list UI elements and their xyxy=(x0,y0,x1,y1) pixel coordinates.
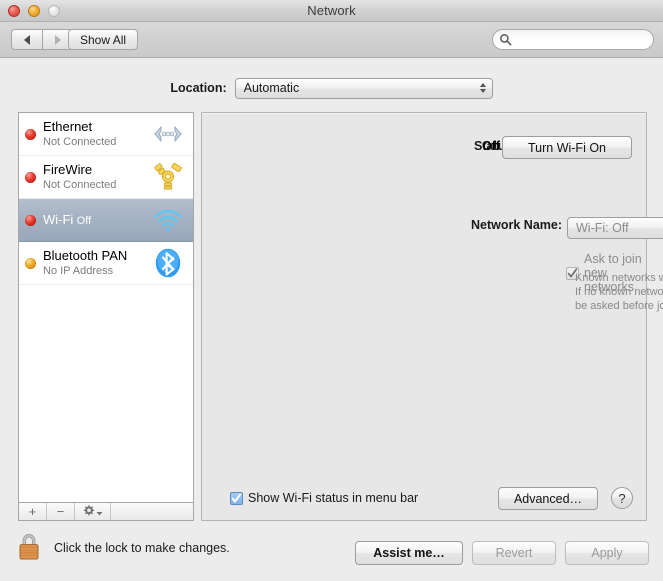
show-wifi-status-checkbox[interactable] xyxy=(230,491,243,505)
help-button[interactable]: ? xyxy=(611,487,633,509)
back-arrow-icon xyxy=(24,34,30,45)
advanced-label: Advanced… xyxy=(513,491,583,506)
status-dot-amber-icon xyxy=(25,257,36,269)
chevron-down-icon xyxy=(96,504,103,519)
gear-icon xyxy=(82,504,95,520)
question-mark-icon: ? xyxy=(618,490,626,506)
forward-arrow-icon xyxy=(54,34,61,45)
service-name: Bluetooth PAN xyxy=(43,248,128,263)
service-status: Off xyxy=(76,215,92,227)
navigation-buttons xyxy=(11,29,73,50)
service-status: No IP Address xyxy=(43,265,114,277)
plus-icon: + xyxy=(28,504,37,519)
service-name: FireWire xyxy=(43,162,93,177)
network-services-list[interactable]: Ethernet Not Connected FireWire Not Conn… xyxy=(18,112,194,502)
chevron-updown-icon xyxy=(479,83,486,93)
minus-icon: − xyxy=(56,504,65,519)
network-name-label: Network Name: xyxy=(471,218,562,232)
assist-me-button[interactable]: Assist me… xyxy=(355,541,463,565)
service-status: Not Connected xyxy=(43,136,117,148)
toolbar: Show All xyxy=(0,22,663,58)
advanced-button[interactable]: Advanced… xyxy=(498,487,598,510)
service-row-wifi[interactable]: Wi‑Fi Off xyxy=(19,199,193,242)
lock-message: Click the lock to make changes. xyxy=(54,540,230,555)
show-wifi-status-checkbox-row[interactable]: Show Wi‑Fi status in menu bar xyxy=(230,491,418,505)
service-text: FireWire Not Connected xyxy=(43,162,151,192)
revert-button: Revert xyxy=(472,541,556,565)
ethernet-icon xyxy=(151,118,185,150)
bluetooth-icon xyxy=(151,247,185,279)
service-row-firewire[interactable]: FireWire Not Connected xyxy=(19,156,193,199)
service-row-bluetooth-pan[interactable]: Bluetooth PAN No IP Address xyxy=(19,242,193,285)
window-title: Network xyxy=(307,3,356,18)
service-status: Not Connected xyxy=(43,179,117,191)
apply-label: Apply xyxy=(591,546,623,560)
network-preferences-window: Network Show All Location: Automatic Eth… xyxy=(0,0,663,581)
service-actions-button[interactable] xyxy=(75,503,111,520)
status-dot-red-icon xyxy=(25,214,36,226)
add-service-button[interactable]: + xyxy=(19,503,47,520)
service-text: Wi‑Fi Off xyxy=(43,212,151,228)
toolbar-filler xyxy=(111,503,193,520)
firewire-icon xyxy=(151,161,185,193)
title-bar: Network xyxy=(0,0,663,22)
wifi-icon xyxy=(151,204,185,236)
services-list-toolbar: + − xyxy=(18,502,194,521)
lock-icon[interactable] xyxy=(16,530,42,565)
service-name: Ethernet xyxy=(43,119,93,134)
turn-wifi-on-button[interactable]: Turn Wi‑Fi On xyxy=(502,136,632,159)
wifi-detail-panel: Status: Off Turn Wi‑Fi On Network Name: … xyxy=(201,112,663,521)
network-name-value: Wi‑Fi: Off xyxy=(576,221,629,235)
help-line-2: If no known networks are available, you … xyxy=(575,286,663,298)
back-button[interactable] xyxy=(11,29,42,50)
ask-to-join-help-text: Known networks will be joined automatica… xyxy=(575,271,663,313)
checkmark-icon xyxy=(231,492,242,503)
status-dot-red-icon xyxy=(25,128,36,140)
location-label: Location: xyxy=(170,81,227,95)
assist-me-label: Assist me… xyxy=(373,546,445,560)
service-text: Bluetooth PAN No IP Address xyxy=(43,248,151,278)
turn-wifi-on-label: Turn Wi‑Fi On xyxy=(527,140,606,155)
network-name-row: Network Name: xyxy=(202,218,562,232)
show-wifi-status-label: Show Wi‑Fi status in menu bar xyxy=(248,491,419,505)
help-line-3: be asked before joining a new network. xyxy=(575,300,663,312)
location-popup-button[interactable]: Automatic xyxy=(234,77,493,99)
revert-label: Revert xyxy=(495,546,533,560)
service-text: Ethernet Not Connected xyxy=(43,119,151,149)
show-all-label: Show All xyxy=(80,32,127,47)
help-line-1: Known networks will be joined automatica… xyxy=(575,272,663,284)
location-row: Location: Automatic xyxy=(0,76,663,100)
show-all-button[interactable]: Show All xyxy=(68,29,139,50)
search-input[interactable] xyxy=(515,32,645,47)
search-icon xyxy=(499,33,512,46)
apply-button: Apply xyxy=(565,541,649,565)
lock-area[interactable]: Click the lock to make changes. xyxy=(16,530,230,565)
service-name: Wi‑Fi xyxy=(43,212,74,227)
location-selected-value: Automatic xyxy=(243,81,300,95)
search-field[interactable] xyxy=(492,29,654,50)
bottom-buttons: Assist me… Revert Apply xyxy=(355,541,649,565)
remove-service-button[interactable]: − xyxy=(47,503,75,520)
network-name-popup-button[interactable]: Wi‑Fi: Off xyxy=(567,217,663,239)
status-dot-red-icon xyxy=(25,171,36,183)
service-row-ethernet[interactable]: Ethernet Not Connected xyxy=(19,113,193,156)
